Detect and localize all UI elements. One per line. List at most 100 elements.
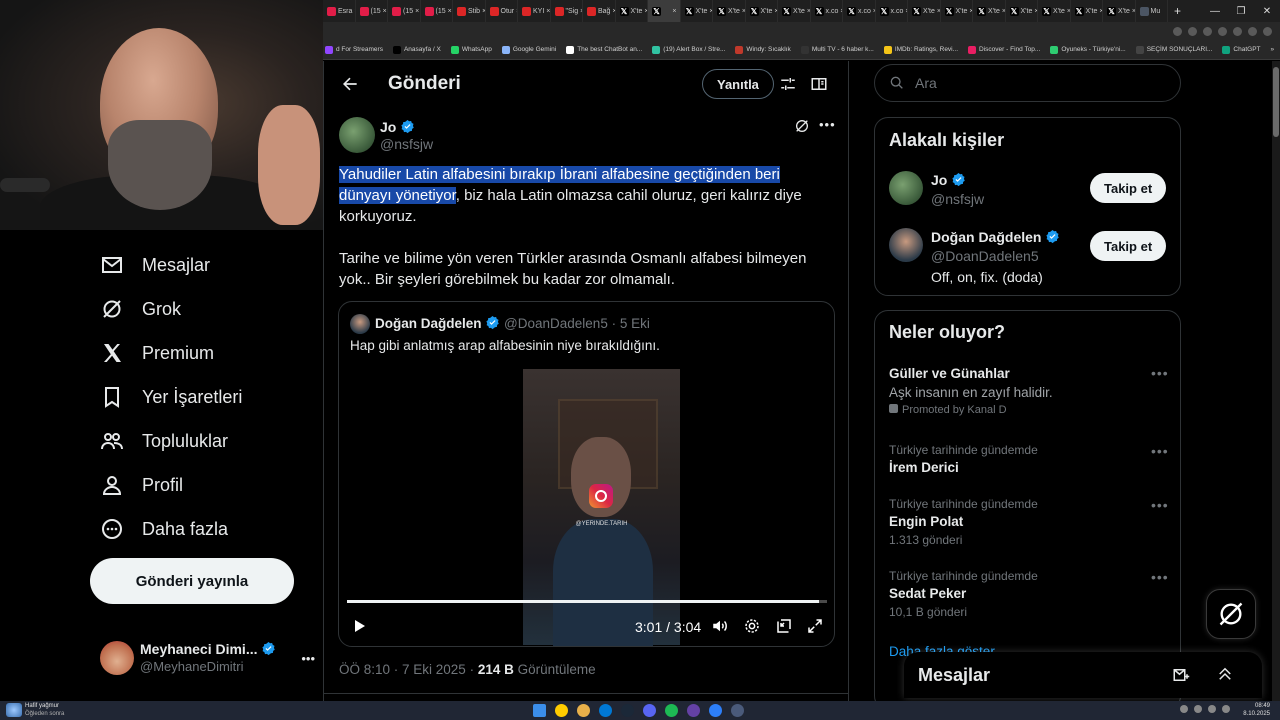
browser-tab[interactable]: (15 × <box>421 0 453 22</box>
trend-more-icon[interactable]: ••• <box>1151 569 1169 585</box>
grok-explain-icon[interactable] <box>794 118 810 139</box>
browser-tab[interactable]: 𝕏X'te× <box>1103 0 1136 22</box>
browser-tab[interactable]: (15 × <box>356 0 388 22</box>
profile-icon[interactable] <box>1248 26 1257 36</box>
post-author-handle[interactable]: @nsfsjw <box>380 136 433 152</box>
nav-item-mesajlar[interactable]: Mesajlar <box>100 250 210 280</box>
back-arrow-icon[interactable] <box>340 74 360 99</box>
browser-tab[interactable]: Otur× <box>486 0 518 22</box>
browser-tab[interactable]: KYI × <box>518 0 551 22</box>
post-button[interactable]: Gönderi yayınla <box>90 558 294 604</box>
browser-tab[interactable]: 𝕏 × <box>648 0 681 22</box>
browser-tab[interactable]: 𝕏X'te× <box>713 0 746 22</box>
star-icon[interactable] <box>1218 26 1227 36</box>
nav-item-premium[interactable]: Premium <box>100 338 214 368</box>
browser-tab[interactable]: (15 × <box>388 0 421 22</box>
spotify-icon[interactable] <box>665 704 678 717</box>
discord-icon[interactable] <box>643 704 656 717</box>
bookmark-item[interactable]: Google Gemini <box>501 45 556 54</box>
search-input[interactable]: Ara <box>915 75 937 91</box>
zoom-icon[interactable] <box>1188 26 1197 36</box>
bookmark-item[interactable]: Oyuneks - Türkiye'ni... <box>1050 45 1126 54</box>
person-name[interactable]: Jo <box>931 172 947 188</box>
minimize-icon[interactable]: — <box>1202 6 1228 17</box>
trend-item[interactable]: Türkiye tarihinde gündemde Engin Polat 1… <box>889 497 1038 547</box>
person-avatar[interactable] <box>889 228 923 262</box>
browser-tab[interactable]: 𝕏x.co× <box>876 0 908 22</box>
quoted-post[interactable]: Doğan Dağdelen @DoanDadelen5 · 5 Eki Hap… <box>338 301 835 647</box>
settings-gear-icon[interactable] <box>743 617 761 640</box>
install-icon[interactable] <box>1173 26 1182 36</box>
browser-tab[interactable]: Mu <box>1136 0 1168 22</box>
browser-tab[interactable]: 𝕏X'te× <box>778 0 811 22</box>
browser-tab[interactable]: 𝕏X'te× <box>681 0 713 22</box>
play-icon[interactable] <box>351 618 367 639</box>
browser-tab[interactable]: 𝕏x.co× <box>811 0 843 22</box>
tab-close-icon[interactable]: × <box>383 8 387 15</box>
bookmark-item[interactable]: (19) Alert Box / Stre... <box>652 45 725 54</box>
reader-view-icon[interactable] <box>810 75 828 98</box>
file-explorer-icon[interactable] <box>577 704 590 717</box>
system-clock[interactable]: 08:49 8.10.2025 <box>1243 702 1270 718</box>
browser-tab[interactable]: 𝕏X'te× <box>1071 0 1103 22</box>
twitch-icon[interactable] <box>687 704 700 717</box>
bookmark-item[interactable]: ChatGPT <box>1222 45 1261 54</box>
trend-more-icon[interactable]: ••• <box>1151 365 1169 381</box>
trend-item[interactable]: Türkiye tarihinde gündemde İrem Derici <box>889 443 1038 475</box>
video-progress-track[interactable] <box>347 600 827 603</box>
weather-widget[interactable]: Hafif yağmur Öğleden sonra <box>25 702 64 718</box>
app-icon[interactable] <box>731 704 744 717</box>
edge-icon[interactable] <box>599 704 612 717</box>
extension-icon[interactable] <box>1233 26 1242 36</box>
filter-icon[interactable] <box>779 75 797 98</box>
grok-fab-icon[interactable] <box>1206 589 1256 639</box>
bookmark-item[interactable]: IMDb: Ratings, Revi... <box>883 45 958 54</box>
browser-tab[interactable]: "Sig× <box>551 0 583 22</box>
volume-icon[interactable] <box>711 617 729 640</box>
browser-tab[interactable]: Esra× <box>323 0 356 22</box>
nav-item-yer-i̇şaretleri[interactable]: Yer İşaretleri <box>100 382 242 412</box>
trend-more-icon[interactable]: ••• <box>1151 443 1169 459</box>
browser-tab[interactable]: 𝕏X'te× <box>973 0 1006 22</box>
tab-close-icon[interactable]: × <box>448 8 452 15</box>
person-name[interactable]: Doğan Dağdelen <box>931 229 1041 245</box>
promoted-trend[interactable]: Güller ve Günahlar Aşk insanın en zayıf … <box>889 366 1169 416</box>
bookmark-item[interactable]: Multi TV - 6 haber k... <box>800 45 874 54</box>
bookmark-item[interactable]: The best ChatBot an... <box>566 45 642 54</box>
share-icon[interactable] <box>1203 26 1212 36</box>
fullscreen-icon[interactable] <box>806 617 824 640</box>
new-tab-icon[interactable]: + <box>1168 4 1181 18</box>
bookmark-item[interactable]: Anasayfa / X <box>392 45 441 54</box>
bookmark-item[interactable]: Windy: Sıcaklık <box>735 45 791 54</box>
bookmark-item[interactable]: d For Streamers <box>325 45 383 54</box>
post-author-name[interactable]: Jo <box>380 119 396 135</box>
trend-item[interactable]: Türkiye tarihinde gündemde Sedat Peker 1… <box>889 569 1038 619</box>
tab-close-icon[interactable]: × <box>415 8 419 15</box>
follow-button[interactable]: Takip et <box>1090 231 1167 261</box>
trend-more-icon[interactable]: ••• <box>1151 497 1169 513</box>
bookmark-item[interactable]: WhatsApp <box>450 45 492 54</box>
maximize-icon[interactable]: ❐ <box>1228 6 1254 17</box>
nav-item-profil[interactable]: Profil <box>100 470 183 500</box>
browser-tab[interactable]: 𝕏X'te× <box>1006 0 1038 22</box>
new-message-icon[interactable] <box>1172 666 1190 689</box>
app-icon[interactable] <box>709 704 722 717</box>
search-box[interactable]: Ara <box>874 64 1181 102</box>
tab-close-icon[interactable]: × <box>672 8 676 15</box>
close-window-icon[interactable]: ✕ <box>1254 6 1280 17</box>
bookmark-item[interactable]: Discover - Find Top... <box>968 45 1040 54</box>
browser-tab[interactable]: 𝕏X'te× <box>746 0 778 22</box>
bookmark-item[interactable]: SEÇİM SONUÇLARI... <box>1135 45 1212 54</box>
bookmarks-overflow-icon[interactable]: » <box>1271 46 1275 53</box>
page-scrollbar[interactable] <box>1272 61 1280 701</box>
messages-drawer[interactable]: Mesajlar <box>904 652 1262 698</box>
video-player[interactable]: @YERINDE.TARIH <box>523 369 680 646</box>
pip-icon[interactable] <box>775 617 793 640</box>
browser-tab[interactable]: 𝕏X'te× <box>1038 0 1071 22</box>
post-author-avatar[interactable] <box>339 117 375 153</box>
menu-icon[interactable] <box>1263 26 1272 36</box>
browser-tab[interactable]: 𝕏X'te× <box>908 0 941 22</box>
person-avatar[interactable] <box>889 171 923 205</box>
nav-item-daha-fazla[interactable]: Daha fazla <box>100 514 228 544</box>
start-icon[interactable] <box>533 704 546 717</box>
